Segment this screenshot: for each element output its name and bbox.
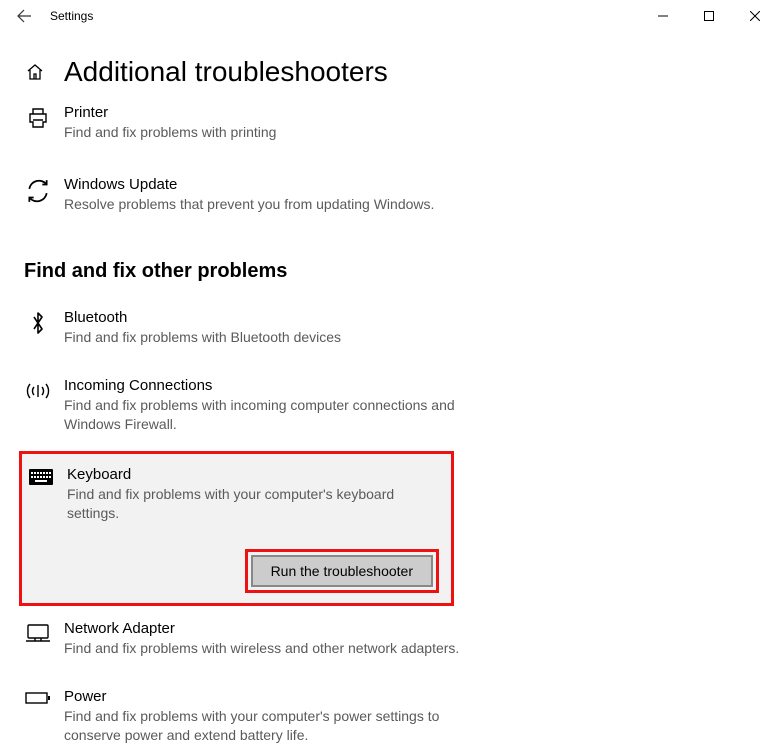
- page-title: Additional troubleshooters: [64, 56, 388, 88]
- item-title: Keyboard: [67, 466, 445, 483]
- troubleshooter-power[interactable]: Power Find and fix problems with your co…: [24, 680, 754, 753]
- troubleshooter-keyboard-selected: Keyboard Find and fix problems with your…: [19, 451, 454, 606]
- item-desc: Find and fix problems with your computer…: [64, 707, 494, 745]
- item-title: Network Adapter: [64, 620, 459, 637]
- arrow-left-icon: [16, 8, 32, 24]
- item-desc: Find and fix problems with printing: [64, 123, 276, 142]
- window-controls: [640, 0, 778, 32]
- maximize-icon: [704, 11, 714, 21]
- signal-icon: [24, 379, 52, 401]
- titlebar: Settings: [0, 0, 778, 32]
- item-title: Incoming Connections: [64, 377, 494, 394]
- back-button[interactable]: [8, 0, 40, 32]
- network-adapter-icon: [24, 622, 52, 644]
- item-desc: Find and fix problems with Bluetooth dev…: [64, 328, 341, 347]
- minimize-icon: [658, 11, 668, 21]
- window-title: Settings: [50, 9, 93, 23]
- close-icon: [750, 11, 760, 21]
- item-title: Printer: [64, 104, 276, 121]
- update-icon: [24, 178, 52, 204]
- item-title: Windows Update: [64, 176, 434, 193]
- item-desc: Find and fix problems with incoming comp…: [64, 396, 494, 434]
- item-desc: Find and fix problems with wireless and …: [64, 639, 459, 658]
- troubleshooter-network-adapter[interactable]: Network Adapter Find and fix problems wi…: [24, 612, 754, 666]
- item-desc: Resolve problems that prevent you from u…: [64, 195, 434, 214]
- bluetooth-icon: [24, 311, 52, 335]
- battery-icon: [24, 690, 52, 706]
- item-title: Power: [64, 688, 494, 705]
- troubleshooter-printer[interactable]: Printer Find and fix problems with print…: [24, 96, 754, 150]
- troubleshooter-bluetooth[interactable]: Bluetooth Find and fix problems with Blu…: [24, 301, 754, 355]
- page-header: Additional troubleshooters: [24, 56, 778, 88]
- item-desc: Find and fix problems with your computer…: [67, 485, 445, 523]
- troubleshooter-windows-update[interactable]: Windows Update Resolve problems that pre…: [24, 168, 754, 222]
- home-icon[interactable]: [24, 61, 46, 83]
- run-button-highlight: Run the troubleshooter: [245, 549, 439, 593]
- troubleshooter-keyboard[interactable]: Keyboard Find and fix problems with your…: [24, 464, 445, 527]
- section-heading: Find and fix other problems: [24, 260, 754, 283]
- keyboard-icon: [27, 468, 55, 486]
- maximize-button[interactable]: [686, 0, 732, 32]
- printer-icon: [24, 106, 52, 130]
- minimize-button[interactable]: [640, 0, 686, 32]
- troubleshooter-incoming-connections[interactable]: Incoming Connections Find and fix proble…: [24, 369, 754, 442]
- content-area: Printer Find and fix problems with print…: [0, 96, 778, 753]
- item-title: Bluetooth: [64, 309, 341, 326]
- close-button[interactable]: [732, 0, 778, 32]
- run-troubleshooter-button[interactable]: Run the troubleshooter: [251, 555, 433, 587]
